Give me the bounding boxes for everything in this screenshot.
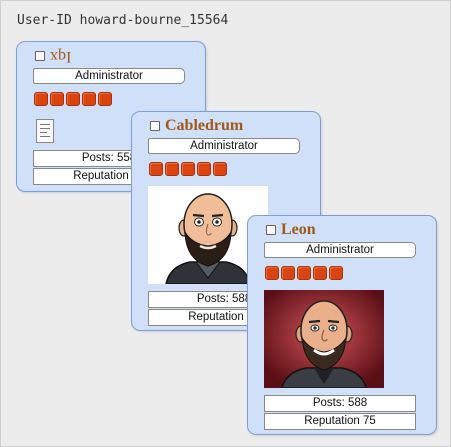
rating-pip bbox=[34, 92, 48, 106]
posts-count: Posts: 588 bbox=[264, 395, 416, 412]
rating-pip bbox=[149, 162, 163, 176]
username-link[interactable]: Leon bbox=[281, 222, 316, 238]
select-checkbox[interactable] bbox=[35, 51, 45, 61]
rating-pip bbox=[329, 266, 343, 280]
rating-pip bbox=[50, 92, 64, 106]
rating-pip bbox=[281, 266, 295, 280]
username-link[interactable]: Iqx bbox=[50, 48, 71, 65]
username-row: Leon bbox=[266, 222, 316, 238]
rating-pip bbox=[197, 162, 211, 176]
rank-badge: Administrator bbox=[264, 242, 416, 258]
rating-pip bbox=[66, 92, 80, 106]
avatar-image bbox=[264, 290, 384, 388]
rank-badge: Administrator bbox=[33, 68, 185, 84]
rating-pip bbox=[313, 266, 327, 280]
rating-pip bbox=[165, 162, 179, 176]
rating-pip bbox=[82, 92, 96, 106]
rating-pip bbox=[265, 266, 279, 280]
user-card: Leon Administrator Posts: 588 Reputation… bbox=[247, 215, 437, 435]
reputation-value: Reputation 75 bbox=[264, 413, 416, 430]
rating-pip bbox=[181, 162, 195, 176]
rating-pip bbox=[213, 162, 227, 176]
rating-pip bbox=[297, 266, 311, 280]
select-checkbox[interactable] bbox=[266, 225, 276, 235]
username-row: Iqx bbox=[35, 48, 71, 65]
username-row: Cabledrum bbox=[150, 118, 243, 134]
rating-pip bbox=[98, 92, 112, 106]
rating-pips bbox=[149, 162, 227, 176]
rank-badge: Administrator bbox=[148, 138, 300, 154]
user-id-label: User-ID howard-bourne_15564 bbox=[17, 13, 229, 28]
select-checkbox[interactable] bbox=[150, 121, 160, 131]
rating-pips bbox=[34, 92, 112, 106]
document-icon bbox=[36, 119, 54, 143]
username-link[interactable]: Cabledrum bbox=[165, 118, 243, 134]
rating-pips bbox=[265, 266, 343, 280]
